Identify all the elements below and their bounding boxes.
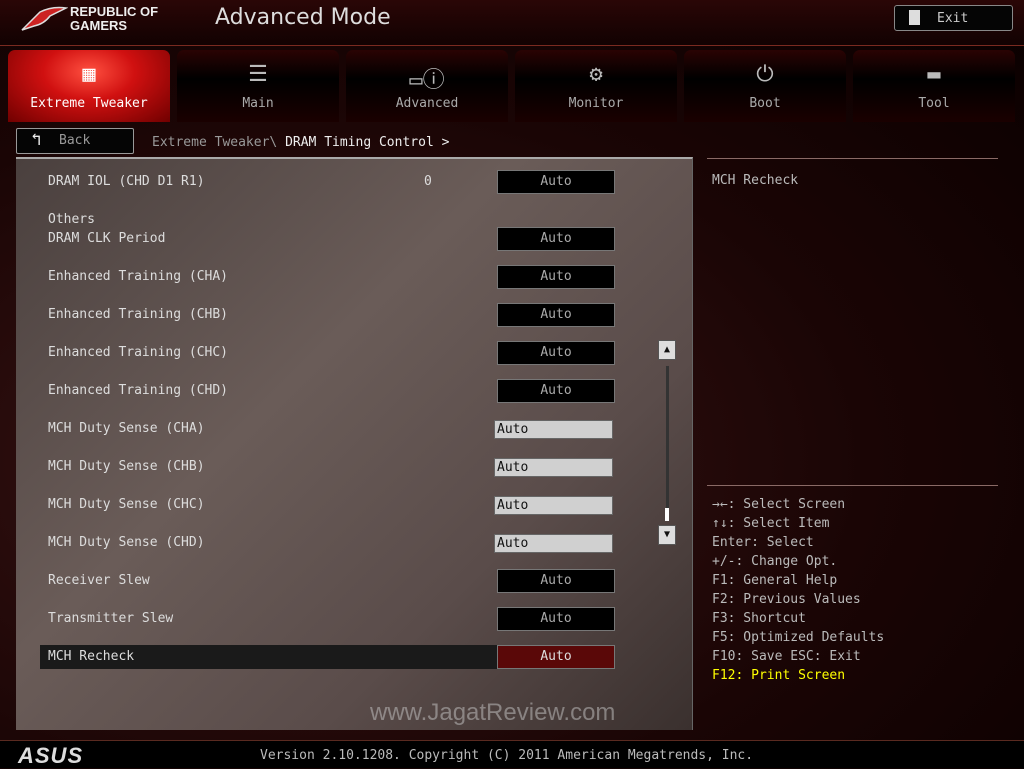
asus-logo: ASUS — [18, 743, 84, 768]
setting-row[interactable]: MCH Duty Sense (CHD) Auto — [40, 531, 615, 555]
setting-value-select[interactable]: Auto — [497, 303, 615, 327]
key-hint: Enter: Select — [712, 535, 814, 550]
rog-logo-icon — [21, 6, 68, 31]
monitor-info-icon: ▭ⓘ — [409, 68, 445, 93]
tab-label: Boot — [749, 96, 781, 111]
back-button[interactable]: ↰ Back — [16, 128, 134, 154]
breadcrumb-current: DRAM Timing Control > — [285, 135, 450, 150]
setting-number: 0 — [424, 174, 432, 189]
version-text: Version 2.10.1208. Copyright (C) 2011 Am… — [260, 748, 754, 763]
footer: ASUS Version 2.10.1208. Copyright (C) 20… — [0, 740, 1024, 768]
setting-name: MCH Duty Sense (CHC) — [48, 497, 205, 512]
tab-boot[interactable]: ⏻ Boot — [684, 50, 846, 122]
fan-icon: ▦ — [82, 62, 96, 87]
list-icon: ☰ — [248, 62, 268, 87]
tab-main[interactable]: ☰ Main — [177, 50, 339, 122]
scroll-up-icon[interactable]: ▲ — [658, 340, 676, 360]
back-arrow-icon: ↰ — [31, 130, 42, 150]
back-label: Back — [59, 133, 91, 148]
setting-name: DRAM CLK Period — [48, 231, 166, 246]
key-hint: F3: Shortcut — [712, 611, 806, 626]
power-icon: ⏻ — [756, 62, 774, 87]
setting-value-select[interactable]: Auto — [497, 341, 615, 365]
exit-door-icon — [909, 10, 920, 25]
setting-row[interactable]: Enhanced Training (CHC) Auto — [40, 341, 615, 365]
setting-value-select[interactable]: Auto — [497, 569, 615, 593]
setting-row[interactable]: Enhanced Training (CHD) Auto — [40, 379, 615, 403]
setting-value-select[interactable]: Auto — [497, 265, 615, 289]
setting-name: Enhanced Training (CHB) — [48, 307, 229, 322]
tab-label: Tool — [918, 96, 950, 111]
setting-row-dram-iol[interactable]: DRAM IOL (CHD D1 R1) 0 Auto — [40, 170, 615, 194]
exit-button[interactable]: Exit — [894, 5, 1013, 31]
divider — [707, 485, 998, 486]
setting-value-input[interactable]: Auto — [494, 458, 613, 477]
setting-row[interactable]: Receiver Slew Auto — [40, 569, 615, 593]
setting-name: MCH Duty Sense (CHA) — [48, 421, 205, 436]
scrollbar[interactable]: ▲ ▼ — [658, 340, 676, 545]
setting-row[interactable]: DRAM CLK Period Auto — [40, 227, 615, 251]
setting-value-select[interactable]: Auto — [497, 645, 615, 669]
setting-name: Enhanced Training (CHC) — [48, 345, 229, 360]
divider — [707, 158, 998, 159]
scroll-down-icon[interactable]: ▼ — [658, 525, 676, 545]
toolbox-icon: ▬ — [927, 62, 941, 87]
key-hint: +/-: Change Opt. — [712, 554, 838, 569]
setting-row[interactable]: Enhanced Training (CHA) Auto — [40, 265, 615, 289]
setting-value-select[interactable]: Auto — [497, 379, 615, 403]
key-hint: F10: Save ESC: Exit — [712, 649, 861, 664]
setting-row[interactable]: MCH Recheck Auto — [40, 645, 615, 669]
tab-label: Extreme Tweaker — [30, 96, 148, 111]
setting-name: MCH Recheck — [48, 649, 135, 664]
setting-row[interactable]: Transmitter Slew Auto — [40, 607, 615, 631]
tab-label: Advanced — [395, 96, 459, 111]
brand-logo: REPUBLIC OF GAMERS — [70, 4, 159, 33]
key-hint: ↑↓: Select Item — [712, 516, 830, 531]
setting-name: Receiver Slew — [48, 573, 150, 588]
setting-name: MCH Duty Sense (CHD) — [48, 535, 205, 550]
key-hint-print-screen: F12: Print Screen — [712, 668, 846, 683]
tab-label: Monitor — [568, 96, 624, 111]
thermometer-icon: ⚙ — [589, 62, 603, 87]
key-hint: →←: Select Screen — [712, 497, 846, 512]
group-label-others: Others — [48, 212, 95, 227]
setting-name: DRAM IOL (CHD D1 R1) — [48, 174, 205, 189]
exit-label: Exit — [937, 11, 969, 26]
setting-row[interactable]: MCH Duty Sense (CHA) Auto — [40, 417, 615, 441]
setting-value-select[interactable]: Auto — [497, 607, 615, 631]
setting-row[interactable]: MCH Duty Sense (CHC) Auto — [40, 493, 615, 517]
setting-value-input[interactable]: Auto — [494, 534, 613, 553]
settings-panel: DRAM IOL (CHD D1 R1) 0 Auto Others DRAM CL… — [16, 157, 693, 730]
breadcrumb-parent[interactable]: Extreme Tweaker\ — [152, 135, 277, 150]
setting-name: Enhanced Training (CHD) — [48, 383, 229, 398]
key-legend: →←: Select Screen ↑↓: Select Item Enter:… — [712, 495, 884, 685]
setting-value-input[interactable]: Auto — [494, 496, 613, 515]
setting-row[interactable]: Enhanced Training (CHB) Auto — [40, 303, 615, 327]
breadcrumb: Extreme Tweaker\ DRAM Timing Control > — [152, 135, 449, 150]
tab-tool[interactable]: ▬ Tool — [853, 50, 1015, 122]
key-hint: F2: Previous Values — [712, 592, 861, 607]
tab-monitor[interactable]: ⚙ Monitor — [515, 50, 677, 122]
setting-value-select[interactable]: Auto — [497, 227, 615, 251]
tab-extreme-tweaker[interactable]: ▦ Extreme Tweaker — [8, 50, 170, 122]
header: REPUBLIC OF GAMERS Advanced Mode Exit — [0, 0, 1024, 46]
watermark: www.JagatReview.com — [370, 699, 616, 726]
setting-value-select[interactable]: Auto — [497, 170, 615, 194]
help-text: MCH Recheck — [712, 173, 799, 188]
scroll-track[interactable] — [666, 366, 669, 521]
setting-row[interactable]: MCH Duty Sense (CHB) Auto — [40, 455, 615, 479]
setting-name: MCH Duty Sense (CHB) — [48, 459, 205, 474]
scroll-thumb[interactable] — [665, 508, 669, 521]
key-hint: F5: Optimized Defaults — [712, 630, 885, 645]
mode-title: Advanced Mode — [215, 5, 391, 30]
setting-name: Enhanced Training (CHA) — [48, 269, 229, 284]
key-hint: F1: General Help — [712, 573, 838, 588]
setting-value-input[interactable]: Auto — [494, 420, 613, 439]
tab-advanced[interactable]: ▭ⓘ Advanced — [346, 50, 508, 122]
setting-name: Transmitter Slew — [48, 611, 174, 626]
tab-label: Main — [242, 96, 274, 111]
